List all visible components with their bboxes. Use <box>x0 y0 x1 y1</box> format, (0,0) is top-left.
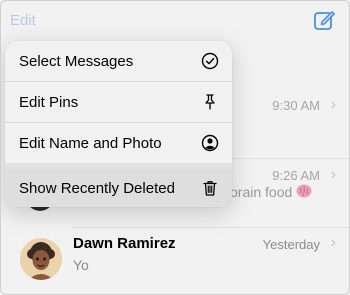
conversation-time: Yesterday <box>262 237 320 252</box>
checkmark-circle-icon <box>201 52 219 70</box>
pin-icon <box>205 94 215 110</box>
conversation-preview: Yo <box>73 257 89 273</box>
memoji-avatar-icon <box>20 238 62 280</box>
conversation-name: Dawn Ramirez <box>73 235 176 252</box>
chevron-right-icon: › <box>330 166 336 183</box>
brain-emoji-icon <box>296 184 312 198</box>
menu-item-edit-name-and-photo[interactable]: Edit Name and Photo <box>5 123 232 163</box>
menu-item-show-recently-deleted[interactable]: Show Recently Deleted <box>5 169 232 207</box>
menu-item-label: Select Messages <box>19 52 134 70</box>
conversation-time: 9:26 AM <box>272 168 320 183</box>
context-menu: Select Messages Edit Pins Edit Name and … <box>5 41 232 207</box>
divider <box>72 227 350 228</box>
compose-icon[interactable] <box>312 8 336 32</box>
menu-item-label: Show Recently Deleted <box>19 179 175 197</box>
menu-item-label: Edit Pins <box>19 93 79 111</box>
menu-item-edit-pins[interactable]: Edit Pins <box>5 82 232 122</box>
conversation-time: 9:30 AM <box>272 98 320 113</box>
edit-button[interactable]: Edit <box>10 12 36 29</box>
menu-item-label: Edit Name and Photo <box>19 134 162 152</box>
conversation-preview: orain food <box>230 184 293 200</box>
menu-item-select-messages[interactable]: Select Messages <box>5 41 232 81</box>
person-circle-icon <box>201 134 219 152</box>
avatar <box>20 238 62 280</box>
trash-icon <box>203 181 217 196</box>
chevron-right-icon: › <box>330 234 336 251</box>
chevron-right-icon: › <box>330 96 336 113</box>
